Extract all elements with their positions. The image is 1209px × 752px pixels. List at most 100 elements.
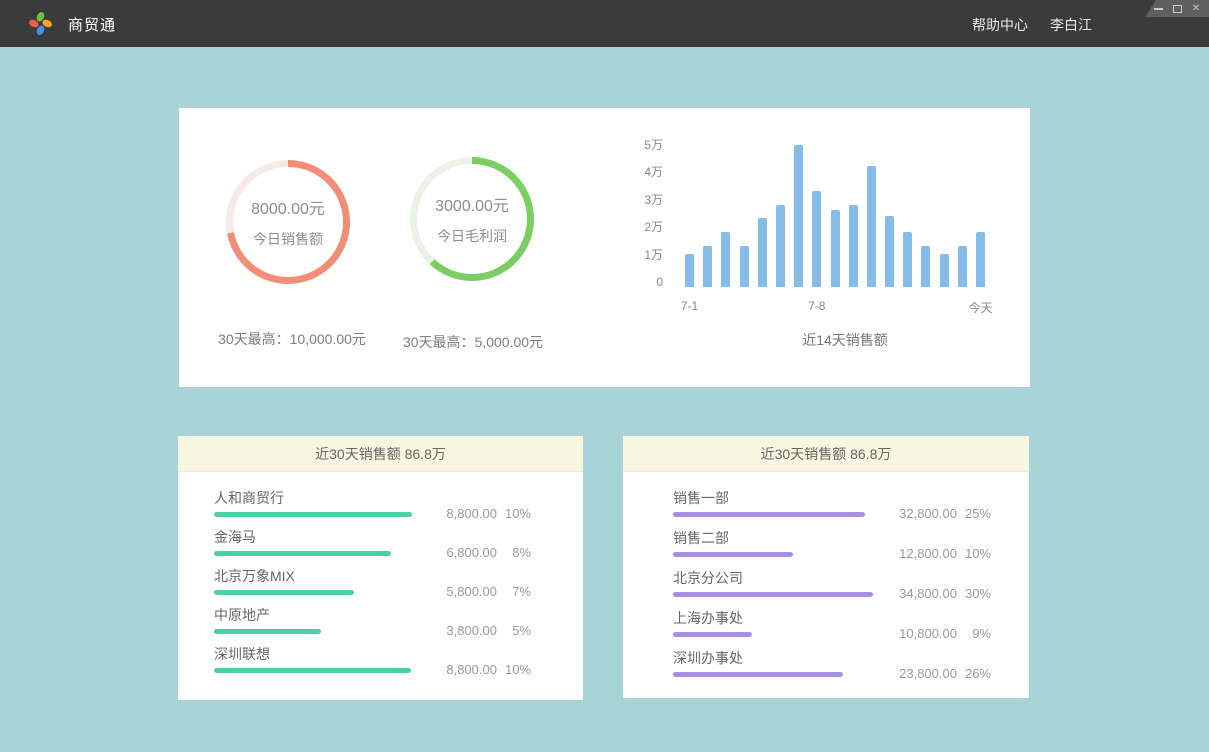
progress-bar [673, 552, 793, 557]
progress-bar [673, 512, 865, 517]
row-values: 5,800.00 7% [437, 584, 531, 599]
sales-row: 上海办事处10,800.009% [623, 610, 1029, 650]
row-values: 12,800.0010% [897, 546, 991, 561]
sales-bar [885, 216, 894, 287]
amount: 23,800.00 [897, 666, 957, 681]
y-axis-tick: 3万 [619, 193, 663, 207]
entity-name: 中原地产 [214, 607, 583, 623]
row-values: 34,800.00 30% [897, 586, 991, 601]
y-axis-tick: 1万 [619, 248, 663, 262]
maximize-button[interactable] [1172, 4, 1182, 14]
close-icon: ✕ [1192, 4, 1200, 14]
row-values: 32,800.00 25% [897, 506, 991, 521]
sales-bar [867, 166, 876, 287]
departments-list: 销售一部32,800.0025%销售二部12,800.0010%北京分公司34,… [623, 472, 1029, 690]
sales-row: 中原地产3,800.00 5% [178, 607, 583, 646]
progress-bar [673, 672, 843, 677]
percent: 30% [965, 586, 991, 601]
sales-bar [703, 246, 712, 287]
sales-bar [794, 145, 803, 287]
today-profit-label: 今日毛利润 [437, 226, 507, 246]
amount: 5,800.00 [437, 584, 497, 599]
amount: 34,800.00 [897, 586, 957, 601]
bar-chart-title: 近14天销售额 [685, 330, 1005, 350]
sales-row: 销售一部32,800.00 25% [623, 490, 1029, 530]
entity-name: 上海办事处 [673, 610, 1029, 626]
y-axis-tick: 2万 [619, 220, 663, 234]
percent: 5% [505, 623, 531, 638]
progress-bar [214, 668, 411, 673]
today-profit-value: 3000.00元 [435, 192, 509, 216]
sales-bar [758, 218, 767, 287]
bar-chart-x-axis: 7-17-8今天 [685, 299, 985, 313]
sales-bar [921, 246, 930, 287]
today-profit-donut-center: 3000.00元 今日毛利润 [417, 164, 527, 274]
entity-name: 销售二部 [673, 530, 1029, 546]
progress-bar [214, 551, 391, 556]
amount: 8,800.00 [437, 506, 497, 521]
today-sales-value: 8000.00元 [251, 195, 325, 219]
row-values: 10,800.009% [897, 626, 991, 641]
customers-card-title: 近30天销售额 86.8万 [178, 436, 583, 472]
percent: 7% [505, 584, 531, 599]
sales-row: 人和商贸行8,800.0010% [178, 490, 583, 529]
sales-bar [903, 232, 912, 287]
app-logo-pinwheel-icon [27, 10, 54, 37]
app-title: 商贸通 [68, 14, 116, 35]
amount: 32,800.00 [897, 506, 957, 521]
amount: 3,800.00 [437, 623, 497, 638]
bar-chart-y-axis: 5万 4万 3万 2万 1万 0 [619, 138, 663, 289]
customers-sales-card: 近30天销售额 86.8万 人和商贸行8,800.0010%金海马6,800.0… [178, 436, 583, 700]
maximize-icon [1173, 5, 1182, 13]
today-sales-donut: 8000.00元 今日销售额 [226, 160, 350, 284]
percent: 8% [505, 545, 531, 560]
today-sales-donut-center: 8000.00元 今日销售额 [233, 167, 343, 277]
entity-name: 销售一部 [673, 490, 1029, 506]
y-axis-tick: 5万 [619, 138, 663, 152]
minimize-button[interactable] [1153, 4, 1163, 14]
amount: 8,800.00 [437, 662, 497, 677]
x-axis-label: 今天 [968, 299, 992, 316]
sales-bar [958, 246, 967, 287]
customers-list: 人和商贸行8,800.0010%金海马6,800.008%北京万象MIX5,80… [178, 472, 583, 685]
row-values: 8,800.0010% [437, 506, 531, 521]
departments-card-title: 近30天销售额 86.8万 [623, 436, 1029, 472]
title-bar: 商贸通 帮助中心 李白江 ✕ [0, 0, 1209, 47]
row-values: 3,800.00 5% [437, 623, 531, 638]
percent: 25% [965, 506, 991, 521]
entity-name: 深圳办事处 [673, 650, 1029, 666]
sales-bar [740, 246, 749, 287]
x-axis-label: 7-1 [681, 299, 698, 313]
profit-30day-max: 30天最高：5,000.00元 [393, 332, 553, 352]
progress-bar [214, 629, 321, 634]
sales-bar [812, 191, 821, 287]
sales-row: 深圳联想8,800.0010% [178, 646, 583, 685]
sales-row: 销售二部12,800.0010% [623, 530, 1029, 570]
entity-name: 北京分公司 [673, 570, 1029, 586]
entity-name: 深圳联想 [214, 646, 583, 662]
top-navigation: 帮助中心 李白江 [972, 15, 1092, 35]
sales-bar [976, 232, 985, 287]
entity-name: 人和商贸行 [214, 490, 583, 506]
sales-bar [940, 254, 949, 287]
progress-bar [673, 592, 873, 597]
today-sales-label: 今日销售额 [253, 229, 323, 249]
y-axis-tick: 4万 [619, 165, 663, 179]
sales-row: 金海马6,800.008% [178, 529, 583, 568]
y-axis-tick: 0 [619, 275, 663, 289]
progress-bar [214, 590, 354, 595]
percent: 26% [965, 666, 991, 681]
departments-sales-card: 近30天销售额 86.8万 销售一部32,800.00 25% 销售二部12,800… [623, 436, 1029, 698]
close-button[interactable]: ✕ [1191, 4, 1201, 14]
help-center-link[interactable]: 帮助中心 [972, 15, 1028, 35]
progress-bar [214, 512, 412, 517]
sales-row: 深圳办事处23,800.00 26% [623, 650, 1029, 690]
minimize-icon [1154, 8, 1163, 10]
overview-card: 8000.00元 今日销售额 30天最高：10,000.00元 3000.00元… [179, 108, 1030, 387]
sales-bar [776, 205, 785, 287]
username-menu[interactable]: 李白江 [1050, 15, 1092, 35]
amount: 10,800.00 [897, 626, 957, 641]
sales-bar [849, 205, 858, 287]
entity-name: 北京万象MIX [214, 568, 583, 584]
x-axis-label: 7-8 [808, 299, 825, 313]
